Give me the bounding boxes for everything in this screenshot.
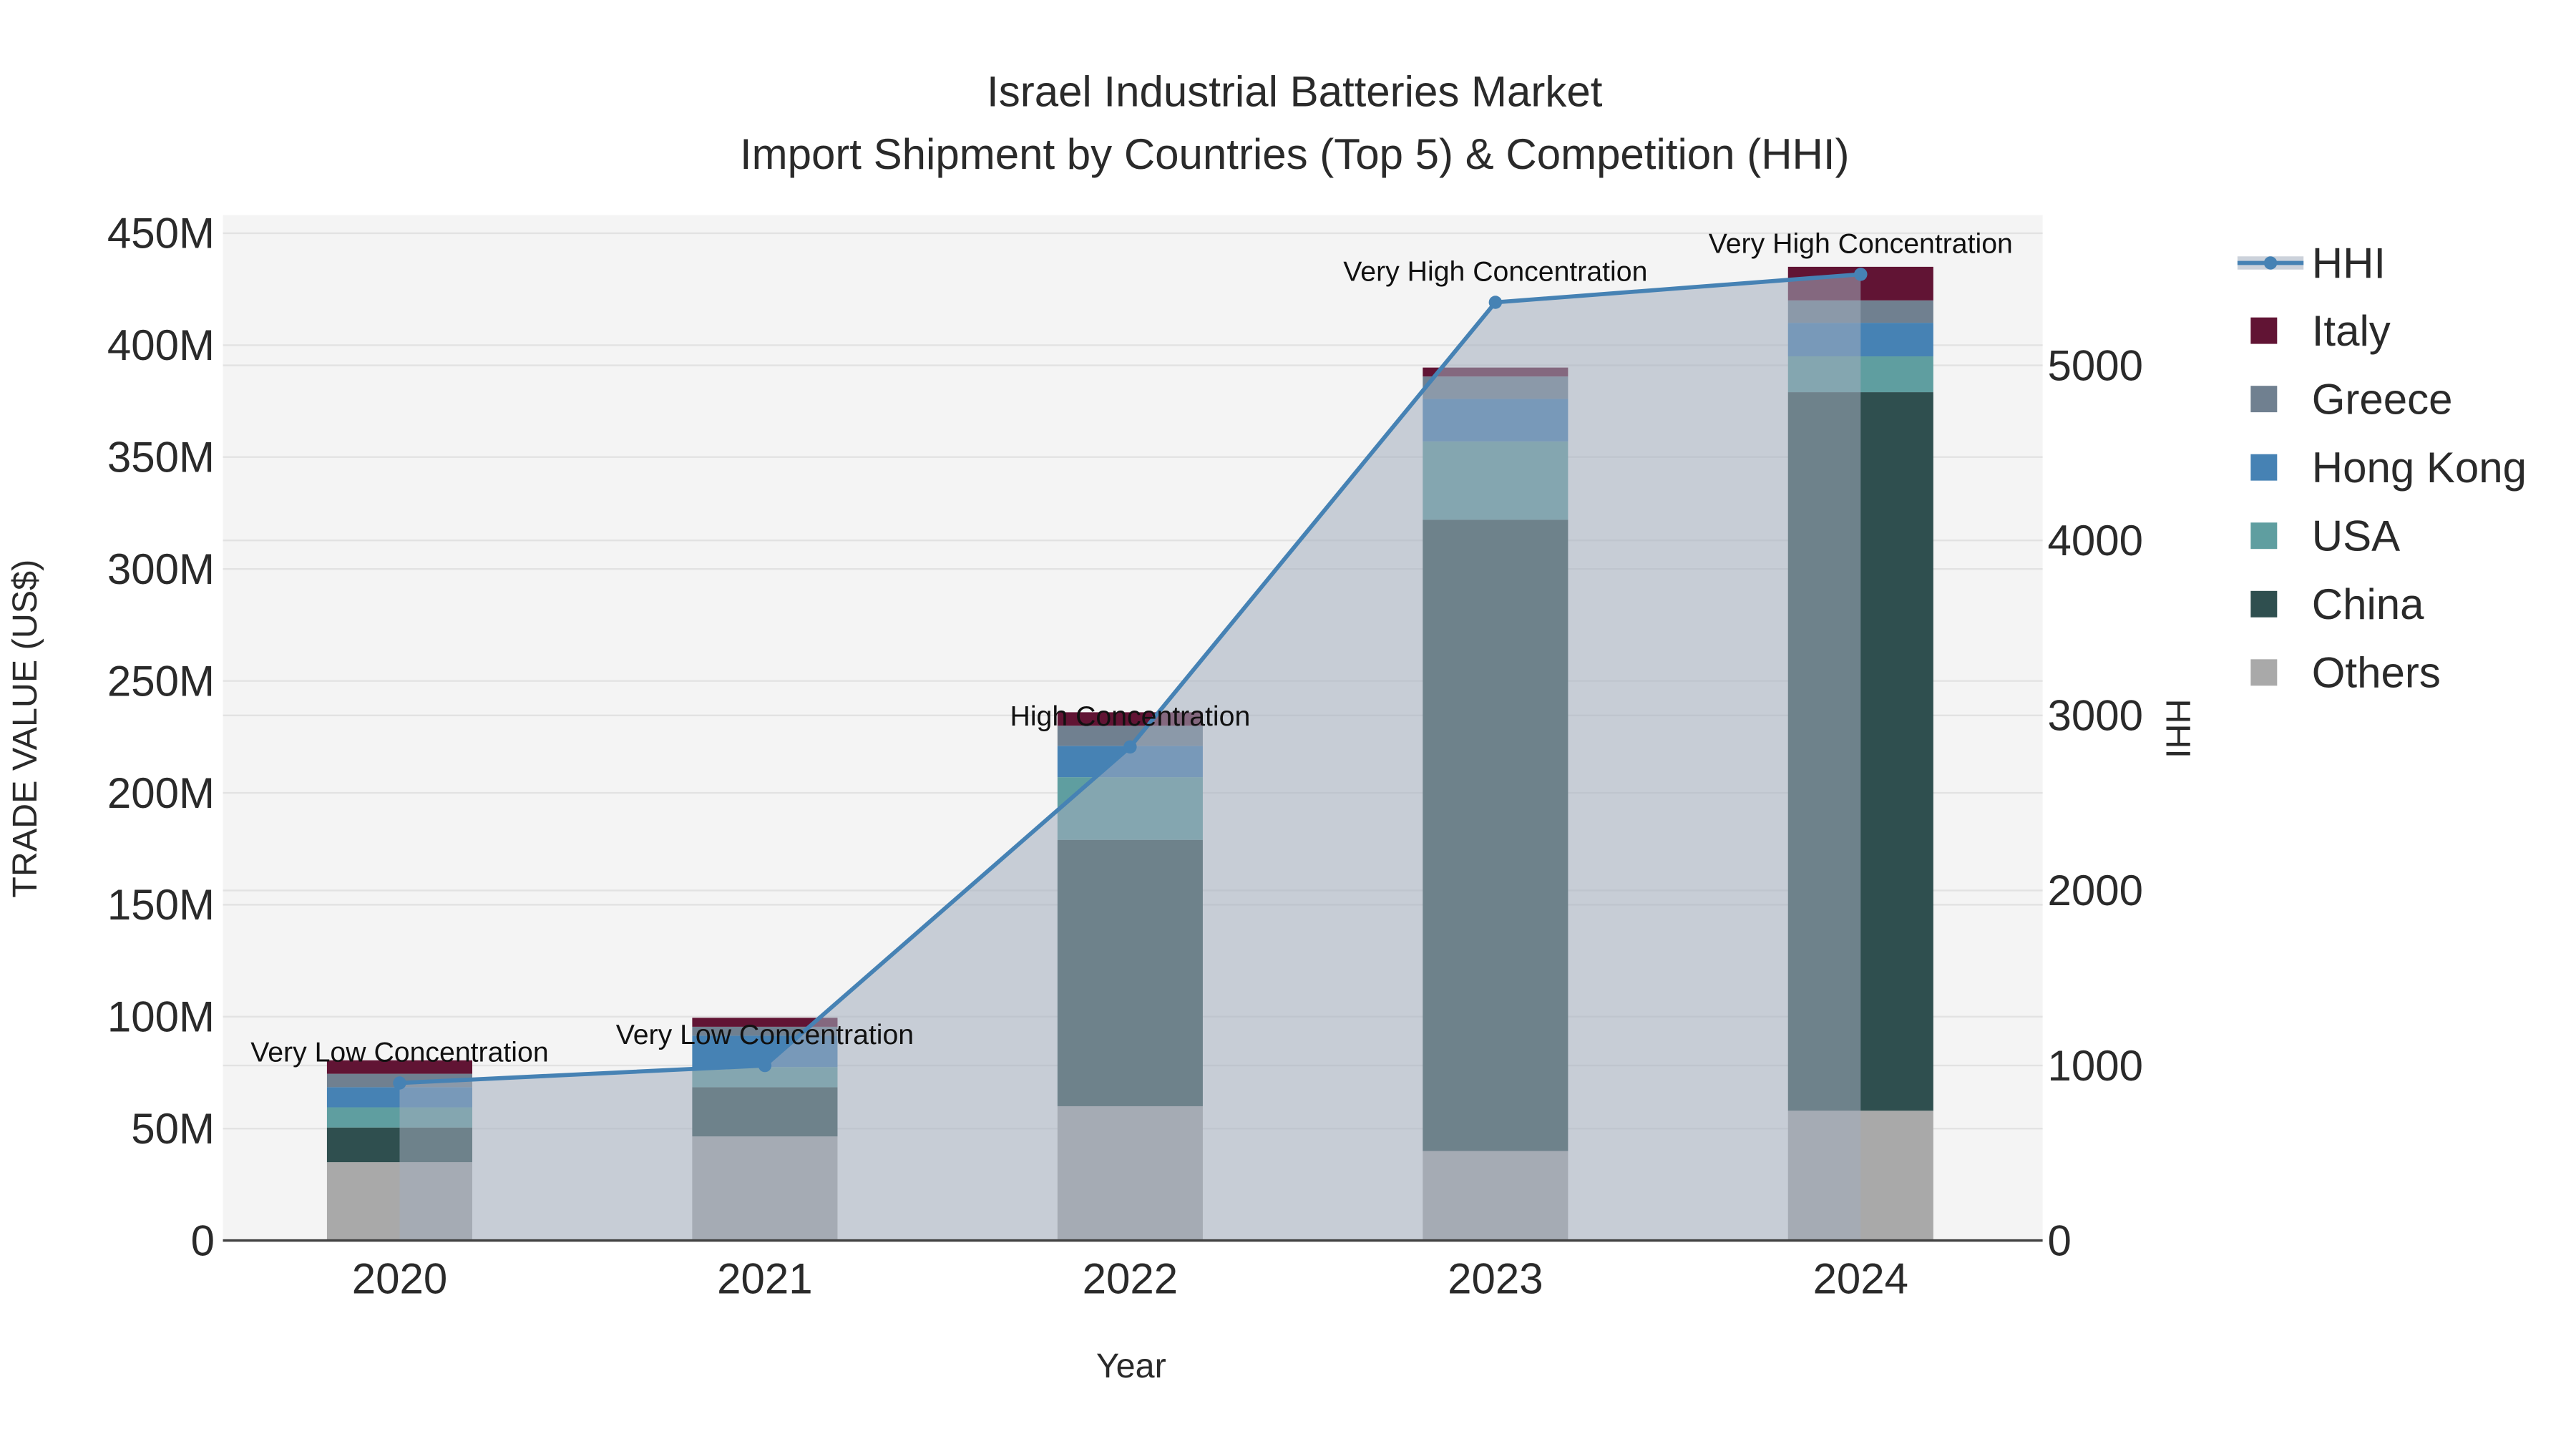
hhi-label: High Concentration bbox=[1010, 701, 1251, 732]
y2-tick-label: 1000 bbox=[2048, 1042, 2143, 1090]
y2-tick-label: 3000 bbox=[2048, 692, 2143, 740]
legend-label-others: Others bbox=[2312, 649, 2441, 697]
legend-swatch-china bbox=[2250, 590, 2278, 618]
y2-axis-ticks: 0 1000 2000 3000 4000 5000 bbox=[2048, 341, 2143, 1264]
x-axis-title: Year bbox=[1096, 1347, 1166, 1385]
legend-swatch-greece bbox=[2250, 386, 2278, 413]
y-tick-label: 100M bbox=[107, 993, 215, 1041]
y-tick-label: 400M bbox=[107, 321, 215, 369]
legend-label-china: China bbox=[2312, 580, 2424, 628]
legend-swatch-usa bbox=[2250, 522, 2278, 550]
legend: HHI Italy Greece Hong Kong USA China Others bbox=[2237, 239, 2527, 697]
legend-label-italy: Italy bbox=[2312, 307, 2391, 355]
y-tick-label: 200M bbox=[107, 769, 215, 817]
hhi-point bbox=[393, 1076, 406, 1090]
y2-tick-label: 0 bbox=[2048, 1216, 2072, 1264]
hhi-label: Very Low Concentration bbox=[250, 1036, 548, 1068]
x-tick-label: 2020 bbox=[352, 1255, 447, 1303]
y-tick-label: 50M bbox=[131, 1105, 215, 1153]
x-tick-label: 2022 bbox=[1083, 1255, 1178, 1303]
hhi-label: Very High Concentration bbox=[1343, 256, 1647, 288]
chart-title: Israel Industrial Batteries Market bbox=[987, 67, 1603, 115]
legend-label-greece: Greece bbox=[2312, 375, 2453, 423]
hhi-point bbox=[1123, 740, 1137, 754]
y-axis-ticks: 0 50M 100M 150M 200M 250M 300M 350M 400M 450M bbox=[107, 210, 215, 1265]
y-tick-label: 250M bbox=[107, 657, 215, 705]
y2-tick-label: 5000 bbox=[2048, 341, 2143, 389]
legend-marker-hhi bbox=[2263, 256, 2278, 270]
legend-label-hong-kong: Hong Kong bbox=[2312, 444, 2527, 492]
x-axis-ticks: 2020 2021 2022 2023 2024 bbox=[352, 1255, 1908, 1303]
legend-swatch-hong-kong bbox=[2250, 454, 2278, 481]
chart-subtitle: Import Shipment by Countries (Top 5) & C… bbox=[740, 130, 1850, 178]
legend-swatch-others bbox=[2250, 659, 2278, 686]
y-axis-title: TRADE VALUE (US$) bbox=[6, 560, 44, 898]
legend-label-hhi: HHI bbox=[2312, 239, 2386, 287]
x-tick-label: 2023 bbox=[1448, 1255, 1543, 1303]
y-tick-label: 300M bbox=[107, 545, 215, 593]
y-tick-label: 150M bbox=[107, 881, 215, 929]
x-tick-label: 2024 bbox=[1813, 1255, 1908, 1303]
x-tick-label: 2021 bbox=[717, 1255, 812, 1303]
hhi-point bbox=[1488, 296, 1503, 309]
y2-tick-label: 2000 bbox=[2048, 867, 2143, 914]
y2-tick-label: 4000 bbox=[2048, 517, 2143, 565]
hhi-label: Very Low Concentration bbox=[616, 1019, 914, 1050]
legend-swatch-italy bbox=[2250, 317, 2278, 344]
hhi-point bbox=[1854, 268, 1868, 281]
y-tick-label: 450M bbox=[107, 210, 215, 258]
hhi-label: Very High Concentration bbox=[1709, 228, 2013, 259]
hhi-point bbox=[758, 1058, 772, 1073]
legend-label-usa: USA bbox=[2312, 512, 2400, 560]
chart: Israel Industrial Batteries Market Impor… bbox=[6, 67, 2527, 1385]
y-tick-label: 0 bbox=[191, 1216, 215, 1264]
y2-axis-title: HHI bbox=[2159, 699, 2197, 758]
y-tick-label: 350M bbox=[107, 434, 215, 482]
